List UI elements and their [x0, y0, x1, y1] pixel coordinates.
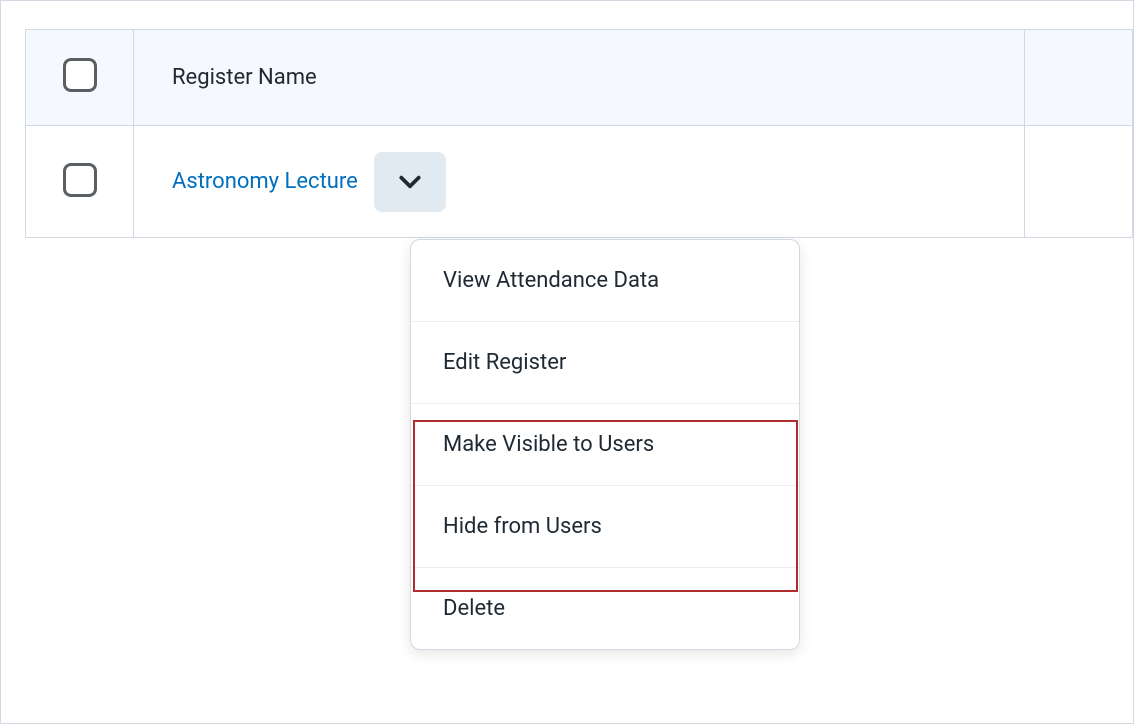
select-all-checkbox[interactable] — [63, 58, 97, 92]
menu-item-edit-register[interactable]: Edit Register — [411, 322, 799, 404]
row-actions-dropdown-toggle[interactable] — [374, 152, 446, 212]
register-name-link[interactable]: Astronomy Lecture — [172, 169, 358, 194]
row-actions-menu: View Attendance Data Edit Register Make … — [410, 239, 800, 650]
row-extra-cell — [1025, 126, 1133, 238]
row-name-cell: Astronomy Lecture — [134, 126, 1025, 238]
row-checkbox-cell — [26, 126, 134, 238]
menu-item-delete[interactable]: Delete — [411, 568, 799, 649]
row-checkbox[interactable] — [63, 163, 97, 197]
menu-item-make-visible[interactable]: Make Visible to Users — [411, 404, 799, 486]
menu-item-view-attendance[interactable]: View Attendance Data — [411, 240, 799, 322]
register-table: Register Name Astronomy Lecture — [25, 29, 1133, 238]
header-name-cell: Register Name — [134, 30, 1025, 126]
header-checkbox-cell — [26, 30, 134, 126]
menu-item-hide-from-users[interactable]: Hide from Users — [411, 486, 799, 568]
register-table-container: Register Name Astronomy Lecture — [25, 29, 1133, 238]
column-header-name: Register Name — [172, 65, 317, 90]
header-extra-cell — [1025, 30, 1133, 126]
row-content: Astronomy Lecture — [172, 152, 1024, 212]
chevron-down-icon — [397, 169, 423, 195]
table-row: Astronomy Lecture — [26, 126, 1133, 238]
